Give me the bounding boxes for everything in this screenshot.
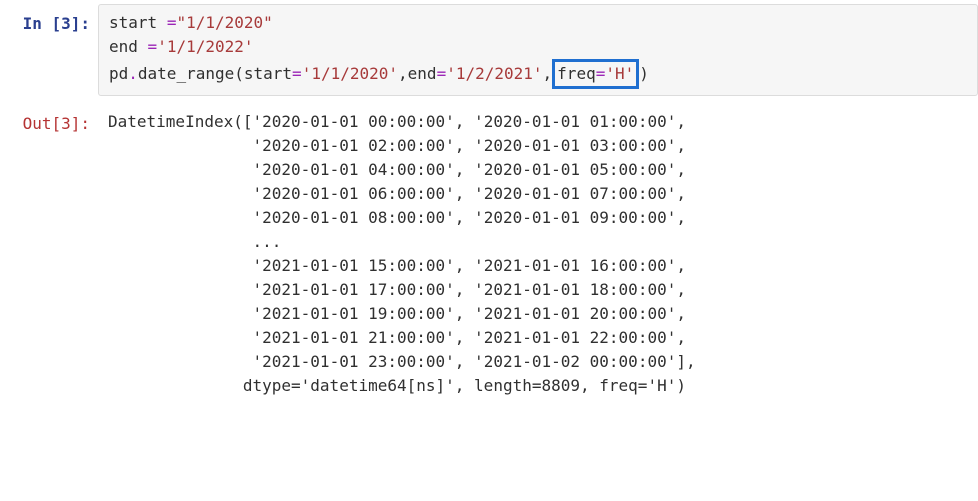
code-close-paren: )	[639, 64, 649, 83]
code-str-start: "1/1/2020"	[176, 13, 272, 32]
output-tail: dtype='datetime64[ns]', length=8809, fre…	[243, 376, 686, 395]
code-val-freq: 'H'	[605, 64, 634, 83]
in-num: 3	[61, 14, 71, 33]
output-row-9: '2021-01-01 21:00:00', '2021-01-01 22:00…	[253, 328, 686, 347]
output-prompt: Out[3]:	[0, 104, 98, 136]
code-eq-start: =	[292, 64, 302, 83]
freq-highlight: freq='H'	[552, 59, 639, 89]
in-prefix: In [	[23, 14, 62, 33]
code-str-end: '1/1/2022'	[157, 37, 253, 56]
input-cell: In [3]: start ="1/1/2020" end ='1/1/2022…	[0, 0, 978, 100]
code-param-start: start	[244, 64, 292, 83]
out-prefix: Out[	[23, 114, 62, 133]
output-row-5: ...	[253, 232, 282, 251]
code-obj-pd: pd	[109, 64, 128, 83]
in-suffix: ]:	[71, 14, 90, 33]
output-row-6: '2021-01-01 15:00:00', '2021-01-01 16:00…	[253, 256, 686, 275]
out-num: 3	[61, 114, 71, 133]
output-head: DatetimeIndex([	[108, 112, 253, 131]
code-param-freq: freq	[557, 64, 596, 83]
output-row-0: '2020-01-01 00:00:00', '2020-01-01 01:00…	[253, 112, 686, 131]
input-prompt: In [3]:	[0, 4, 98, 36]
code-op-eq1: =	[167, 13, 177, 32]
out-suffix: ]:	[71, 114, 90, 133]
code-op-eq2: =	[148, 37, 158, 56]
code-eq-freq: =	[596, 64, 606, 83]
output-row-2: '2020-01-01 04:00:00', '2020-01-01 05:00…	[253, 160, 686, 179]
code-eq-end: =	[437, 64, 447, 83]
output-row-3: '2020-01-01 06:00:00', '2020-01-01 07:00…	[253, 184, 686, 203]
output-row-10: '2021-01-01 23:00:00', '2021-01-02 00:00…	[253, 352, 696, 371]
code-func-daterange: date_range	[138, 64, 234, 83]
output-text: DatetimeIndex(['2020-01-01 00:00:00', '2…	[98, 104, 978, 404]
code-val-start: '1/1/2020'	[302, 64, 398, 83]
output-row-4: '2020-01-01 08:00:00', '2020-01-01 09:00…	[253, 208, 686, 227]
output-row-7: '2021-01-01 17:00:00', '2021-01-01 18:00…	[253, 280, 686, 299]
code-val-end: '1/2/2021'	[446, 64, 542, 83]
output-cell: Out[3]: DatetimeIndex(['2020-01-01 00:00…	[0, 100, 978, 408]
code-var-end: end	[109, 37, 138, 56]
code-comma1: ,	[398, 64, 408, 83]
output-row-1: '2020-01-01 02:00:00', '2020-01-01 03:00…	[253, 136, 686, 155]
code-var-start: start	[109, 13, 157, 32]
code-comma2: ,	[543, 64, 553, 83]
code-editor[interactable]: start ="1/1/2020" end ='1/1/2022' pd.dat…	[98, 4, 978, 96]
output-row-8: '2021-01-01 19:00:00', '2021-01-01 20:00…	[253, 304, 686, 323]
code-dot: .	[128, 64, 138, 83]
code-param-end: end	[408, 64, 437, 83]
code-open-paren: (	[234, 64, 244, 83]
